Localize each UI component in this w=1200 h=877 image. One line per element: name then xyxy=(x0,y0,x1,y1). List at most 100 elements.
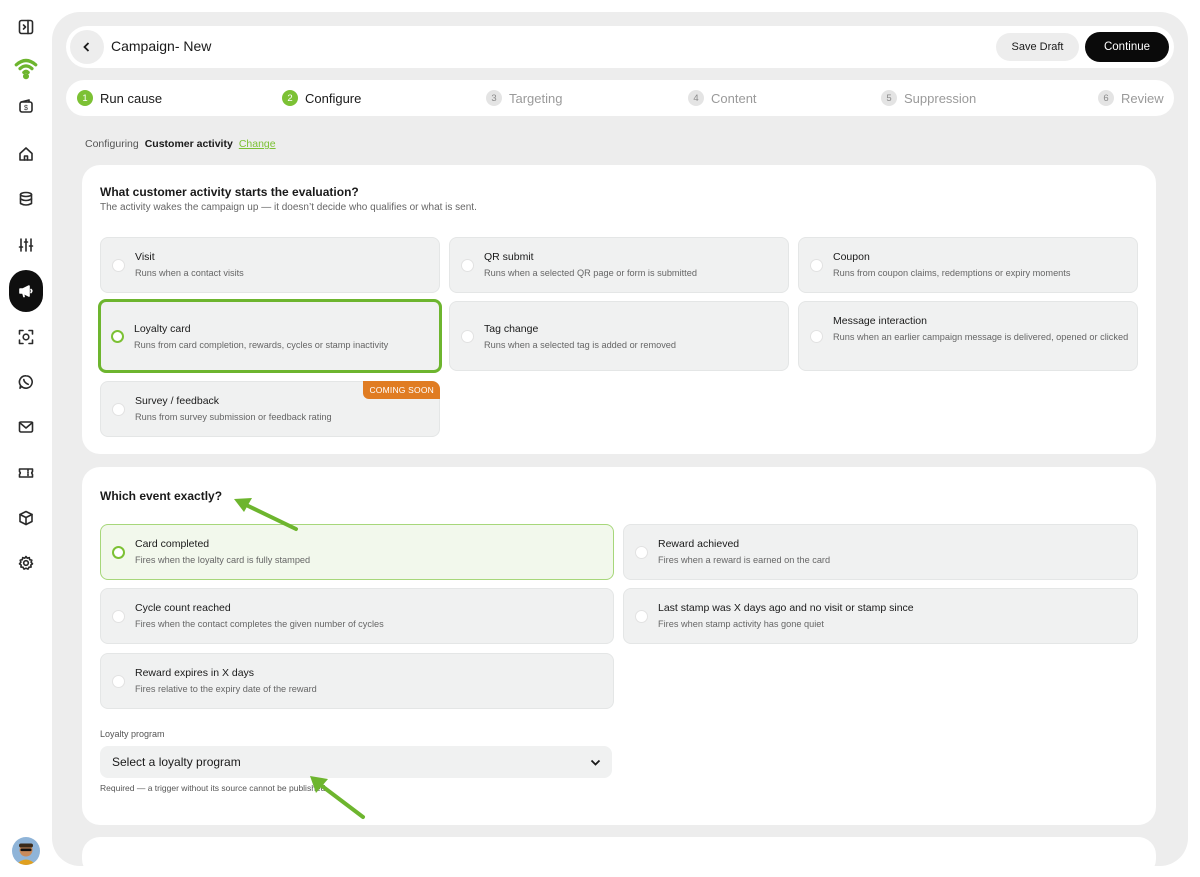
chevron-left-icon xyxy=(83,42,90,52)
step-run-cause[interactable]: 1 Run cause xyxy=(77,80,162,116)
crumb-prefix: Configuring xyxy=(85,138,139,150)
activity-option-visit[interactable]: Visit Runs when a contact visits xyxy=(100,237,440,293)
radio[interactable] xyxy=(461,330,474,343)
radio[interactable] xyxy=(112,610,125,623)
option-desc: Fires when a reward is earned on the car… xyxy=(658,555,831,565)
step-number: 5 xyxy=(881,90,897,106)
activity-option-tag-change[interactable]: Tag change Runs when a selected tag is a… xyxy=(449,301,789,371)
radio[interactable] xyxy=(810,259,823,272)
loyalty-program-label: Loyalty program xyxy=(100,729,165,739)
next-card xyxy=(82,837,1156,866)
database-icon[interactable] xyxy=(9,182,43,216)
activity-option-loyalty-card[interactable]: Loyalty card Runs from card completion, … xyxy=(98,299,442,373)
chevron-down-icon xyxy=(590,759,601,766)
event-heading: Which event exactly? xyxy=(100,489,223,503)
loyalty-program-select[interactable]: Select a loyalty program xyxy=(100,746,612,778)
option-desc: Fires when stamp activity has gone quiet xyxy=(658,619,824,629)
activity-option-message-interaction[interactable]: Message interaction Runs when an earlier… xyxy=(798,301,1138,371)
activity-option-qr-submit[interactable]: QR submit Runs when a selected QR page o… xyxy=(449,237,789,293)
wallet-icon[interactable]: $ xyxy=(9,89,43,123)
step-label: Targeting xyxy=(509,90,563,106)
event-option-card-completed[interactable]: Card completed Fires when the loyalty ca… xyxy=(100,524,614,580)
option-title: Loyalty card xyxy=(134,323,191,335)
step-label: Configure xyxy=(305,90,362,106)
step-number: 2 xyxy=(282,90,298,106)
option-title: QR submit xyxy=(484,251,534,263)
activity-option-survey-feedback[interactable]: Survey / feedback Runs from survey submi… xyxy=(100,381,440,437)
change-link[interactable]: Change xyxy=(239,138,276,150)
option-title: Message interaction xyxy=(833,315,927,327)
step-number: 4 xyxy=(688,90,704,106)
home-icon[interactable] xyxy=(9,137,43,171)
wifi-logo-icon[interactable] xyxy=(9,50,43,84)
step-label: Review xyxy=(1121,90,1164,106)
step-suppression[interactable]: 5 Suppression xyxy=(881,80,976,116)
option-desc: Runs from card completion, rewards, cycl… xyxy=(134,340,389,350)
option-desc: Runs when a selected tag is added or rem… xyxy=(484,340,677,350)
coming-soon-badge: COMING SOON xyxy=(363,381,440,399)
event-card: Which event exactly? Card completed Fire… xyxy=(82,467,1156,825)
option-title: Cycle count reached xyxy=(135,602,231,614)
option-title: Tag change xyxy=(484,323,539,335)
option-title: Visit xyxy=(135,251,155,263)
box-icon[interactable] xyxy=(9,501,43,535)
option-desc: Runs when a contact visits xyxy=(135,268,244,278)
step-targeting[interactable]: 3 Targeting xyxy=(486,80,562,116)
main-panel: Campaign- New Save Draft Continue 1 Run … xyxy=(52,12,1188,866)
save-draft-button[interactable]: Save Draft xyxy=(996,33,1079,61)
event-option-reward-expires[interactable]: Reward expires in X days Fires relative … xyxy=(100,653,614,709)
step-review[interactable]: 6 Review xyxy=(1098,80,1164,116)
ticket-icon[interactable] xyxy=(9,456,43,490)
sliders-icon[interactable] xyxy=(9,228,43,262)
event-option-last-stamp[interactable]: Last stamp was X days ago and no visit o… xyxy=(623,588,1138,644)
continue-button[interactable]: Continue xyxy=(1085,32,1169,62)
event-option-reward-achieved[interactable]: Reward achieved Fires when a reward is e… xyxy=(623,524,1138,580)
step-number: 3 xyxy=(486,90,502,106)
radio[interactable] xyxy=(810,330,823,343)
sidebar-toggle-icon[interactable] xyxy=(9,10,43,44)
radio-selected[interactable] xyxy=(112,546,125,559)
megaphone-icon[interactable] xyxy=(9,270,43,312)
back-button[interactable] xyxy=(70,30,104,64)
top-bar: Campaign- New Save Draft Continue xyxy=(66,26,1174,68)
mail-icon[interactable] xyxy=(9,410,43,444)
option-desc: Fires when the loyalty card is fully sta… xyxy=(135,555,311,565)
select-value: Select a loyalty program xyxy=(112,755,241,769)
option-desc: Runs when an earlier campaign message is… xyxy=(833,332,1129,342)
scan-icon[interactable] xyxy=(9,320,43,354)
option-title: Card completed xyxy=(135,538,210,550)
option-title: Last stamp was X days ago and no visit o… xyxy=(658,602,914,614)
helper-text: Required — a trigger without its source … xyxy=(100,783,326,793)
step-number: 1 xyxy=(77,90,93,106)
step-number: 6 xyxy=(1098,90,1114,106)
event-option-cycle-count-reached[interactable]: Cycle count reached Fires when the conta… xyxy=(100,588,614,644)
whatsapp-icon[interactable] xyxy=(9,365,43,399)
radio[interactable] xyxy=(112,675,125,688)
breadcrumb: Configuring Customer activity Change xyxy=(85,138,276,150)
radio[interactable] xyxy=(112,403,125,416)
activity-subtitle: The activity wakes the campaign up — it … xyxy=(100,202,477,213)
radio-selected[interactable] xyxy=(111,330,124,343)
stepper: 1 Run cause 2 Configure 3 Targeting 4 Co… xyxy=(66,80,1174,116)
radio[interactable] xyxy=(635,610,648,623)
step-label: Suppression xyxy=(904,90,977,106)
gear-icon[interactable] xyxy=(9,546,43,580)
radio[interactable] xyxy=(635,546,648,559)
page-title: Campaign- New xyxy=(111,38,212,54)
radio[interactable] xyxy=(461,259,474,272)
activity-heading: What customer activity starts the evalua… xyxy=(100,185,359,199)
step-configure[interactable]: 2 Configure xyxy=(282,80,361,116)
svg-text:$: $ xyxy=(24,105,28,112)
step-label: Run cause xyxy=(100,90,163,106)
option-title: Reward expires in X days xyxy=(135,667,255,679)
option-desc: Runs when a selected QR page or form is … xyxy=(484,268,697,278)
radio[interactable] xyxy=(112,259,125,272)
option-title: Reward achieved xyxy=(658,538,740,550)
avatar[interactable] xyxy=(12,837,40,865)
crumb-value: Customer activity xyxy=(144,138,233,150)
activity-card: What customer activity starts the evalua… xyxy=(82,165,1156,454)
step-label: Content xyxy=(711,90,757,106)
activity-option-coupon[interactable]: Coupon Runs from coupon claims, redempti… xyxy=(798,237,1138,293)
option-desc: Runs from coupon claims, redemptions or … xyxy=(833,268,1071,278)
step-content[interactable]: 4 Content xyxy=(688,80,757,116)
